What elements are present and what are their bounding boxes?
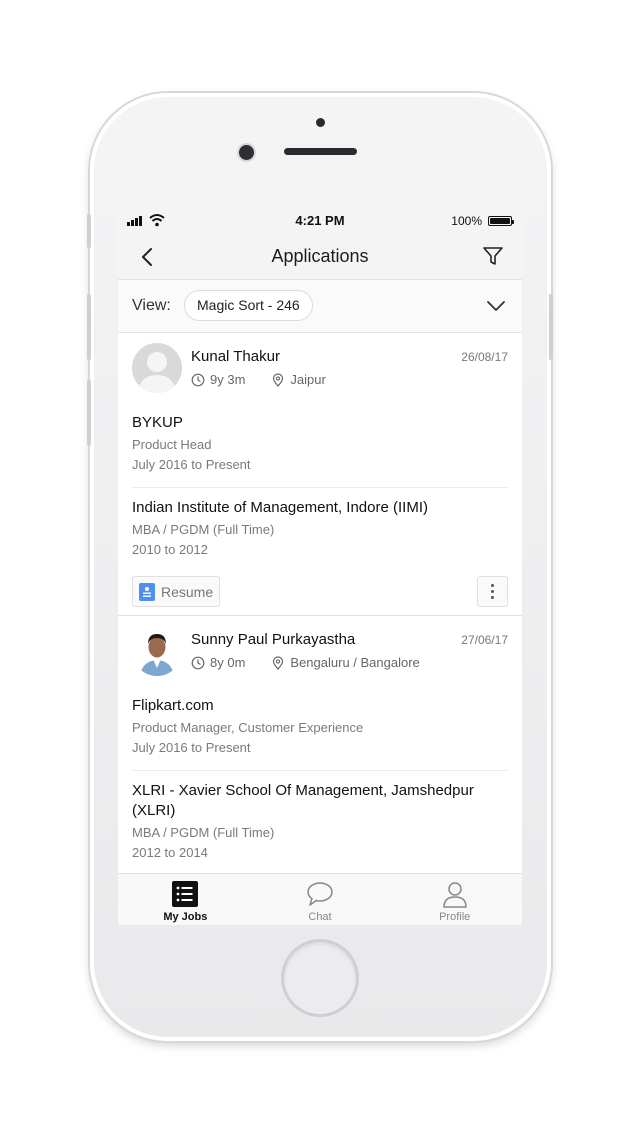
status-bar: 4:21 PM 100% [118,205,522,235]
clock-icon [191,373,205,386]
job-block: BYKUP Product Head July 2016 to Present [132,403,508,487]
phone-camera [239,145,254,160]
tab-label: My Jobs [163,911,208,923]
resume-button[interactable]: Resume [132,576,221,607]
tab-chat[interactable]: Chat [253,874,388,925]
app-screen: 4:21 PM 100% Applications View: Magic So… [118,205,522,925]
list-icon [172,881,199,907]
resume-label: Resume [161,583,214,600]
phone-sensor [316,118,325,127]
more-dot-icon [491,584,494,587]
avatar-placeholder [132,343,182,393]
tab-profile[interactable]: Profile [387,874,522,925]
education-block: XLRI - Xavier School Of Management, Jams… [132,770,508,873]
document-icon [139,582,155,601]
experience-text: 8y 0m [210,655,246,670]
location-pin-icon [273,655,284,670]
tab-my-jobs[interactable]: My Jobs [118,874,253,925]
applicant-meta: 9y 3m Jaipur [191,372,326,387]
applicant-name: Kunal Thakur [191,348,280,365]
company-name: Flipkart.com [132,697,214,714]
applied-date: 26/08/17 [461,350,508,364]
view-bar: View: Magic Sort - 246 [118,279,522,333]
clock-icon [191,656,205,669]
tab-label: Chat [308,911,332,923]
location-pin-icon [273,372,284,387]
applicant-list: Kunal Thakur 26/08/17 9y 3m Jaipur BYKUP… [118,333,522,873]
company-name: BYKUP [132,414,183,431]
chat-bubble-icon [307,882,333,906]
card-actions: Resume [132,572,508,620]
education-block: Indian Institute of Management, Indore (… [132,487,508,572]
job-title: Product Manager, Customer Experience [132,720,364,735]
more-options-button[interactable] [477,576,508,607]
job-period: July 2016 to Present [132,457,251,472]
applicant-header: Sunny Paul Purkayastha 27/06/17 8y 0m Be… [132,616,508,686]
person-icon [442,882,467,908]
education-period: 2010 to 2012 [132,542,208,557]
filter-icon[interactable] [482,245,504,267]
avatar-photo [132,626,182,676]
phone-volume-up [87,294,91,360]
degree: MBA / PGDM (Full Time) [132,825,275,840]
location-text: Bengaluru / Bangalore [290,655,420,670]
applicant-header: Kunal Thakur 26/08/17 9y 3m Jaipur [132,333,508,403]
degree: MBA / PGDM (Full Time) [132,522,275,537]
nav-bar: Applications [118,235,522,279]
applied-date: 27/06/17 [461,633,508,647]
school-name: Indian Institute of Management, Indore (… [132,499,428,516]
battery-percentage: 100% [451,214,482,228]
location-text: Jaipur [290,372,326,387]
more-dot-icon [491,590,494,593]
tab-label: Profile [439,911,471,923]
view-label: View: [132,297,171,314]
experience-text: 9y 3m [210,372,246,387]
more-dot-icon [491,596,494,599]
sort-chip[interactable]: Magic Sort - 246 [184,290,313,321]
education-period: 2012 to 2014 [132,845,208,860]
applicant-name: Sunny Paul Purkayastha [191,631,356,648]
phone-speaker [284,148,357,155]
phone-side-button [87,214,91,248]
phone-power-button [549,294,553,360]
applicant-card[interactable]: Sunny Paul Purkayastha 27/06/17 8y 0m Be… [118,616,522,873]
job-period: July 2016 to Present [132,740,251,755]
bottom-tab-bar: My Jobs Chat Profile [118,873,522,925]
page-title: Applications [271,246,369,266]
job-title: Product Head [132,437,212,452]
job-block: Flipkart.com Product Manager, Customer E… [132,686,508,770]
battery-icon [488,216,514,226]
applicant-card[interactable]: Kunal Thakur 26/08/17 9y 3m Jaipur BYKUP… [118,333,522,616]
phone-volume-down [87,380,91,446]
chevron-down-icon[interactable] [486,296,506,316]
home-button[interactable] [284,942,356,1014]
school-name: XLRI - Xavier School Of Management, Jams… [132,782,474,819]
applicant-meta: 8y 0m Bengaluru / Bangalore [191,655,420,670]
